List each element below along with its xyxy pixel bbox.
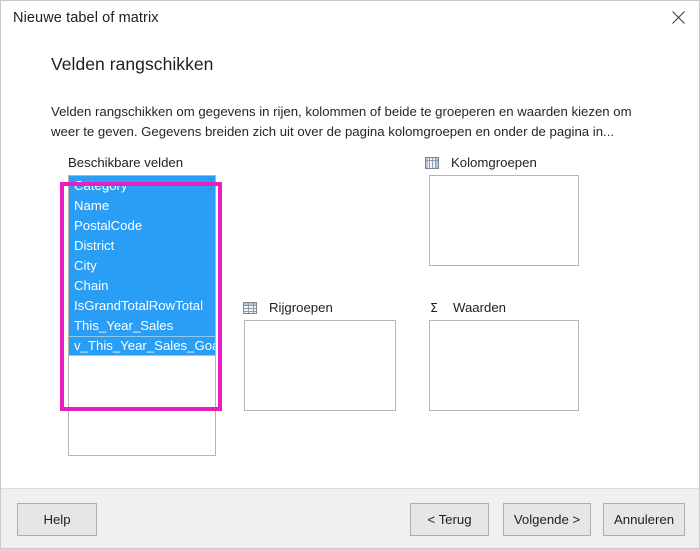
cancel-button[interactable]: Annuleren: [603, 503, 685, 536]
values-dropzone[interactable]: [429, 320, 579, 411]
list-item[interactable]: Category: [69, 176, 215, 196]
list-item[interactable]: City: [69, 256, 215, 276]
column-groups-dropzone[interactable]: [429, 175, 579, 266]
close-icon: [671, 11, 685, 24]
available-fields-list: Category Name PostalCode District City C…: [69, 176, 215, 356]
dialog-footer: Help < Terug Volgende > Annuleren: [1, 488, 699, 548]
sigma-icon: Σ: [430, 300, 438, 315]
dialog-title: Nieuwe tabel of matrix: [13, 9, 159, 26]
available-fields-listbox[interactable]: Category Name PostalCode District City C…: [68, 175, 216, 456]
list-item[interactable]: v_This_Year_Sales_Goal: [69, 336, 215, 356]
list-item[interactable]: District: [69, 236, 215, 256]
page-title: Velden rangschikken: [51, 54, 214, 74]
row-groups-header: Rijgroepen: [243, 300, 333, 315]
dialog-content: Velden rangschikken Velden rangschikken …: [1, 34, 699, 488]
list-item[interactable]: Chain: [69, 276, 215, 296]
list-item[interactable]: PostalCode: [69, 216, 215, 236]
title-bar: Nieuwe tabel of matrix: [1, 1, 699, 34]
back-button[interactable]: < Terug: [410, 503, 489, 536]
list-item[interactable]: This_Year_Sales: [69, 316, 215, 336]
column-grid-icon: [425, 156, 439, 169]
row-groups-dropzone[interactable]: [244, 320, 396, 411]
new-table-or-matrix-dialog: Nieuwe tabel of matrix Velden rangschikk…: [0, 0, 700, 549]
column-groups-label: Kolomgroepen: [451, 155, 537, 170]
column-groups-header: Kolomgroepen: [425, 155, 537, 170]
help-button[interactable]: Help: [17, 503, 97, 536]
list-item[interactable]: Name: [69, 196, 215, 216]
list-item[interactable]: IsGrandTotalRowTotal: [69, 296, 215, 316]
close-button[interactable]: [655, 1, 699, 34]
values-header: Σ Waarden: [427, 300, 506, 315]
next-button[interactable]: Volgende >: [503, 503, 591, 536]
row-grid-icon: [243, 301, 257, 314]
values-label: Waarden: [453, 300, 507, 315]
page-description: Velden rangschikken om gegevens in rijen…: [51, 104, 632, 139]
row-groups-label: Rijgroepen: [269, 300, 333, 315]
available-fields-label: Beschikbare velden: [68, 155, 184, 170]
